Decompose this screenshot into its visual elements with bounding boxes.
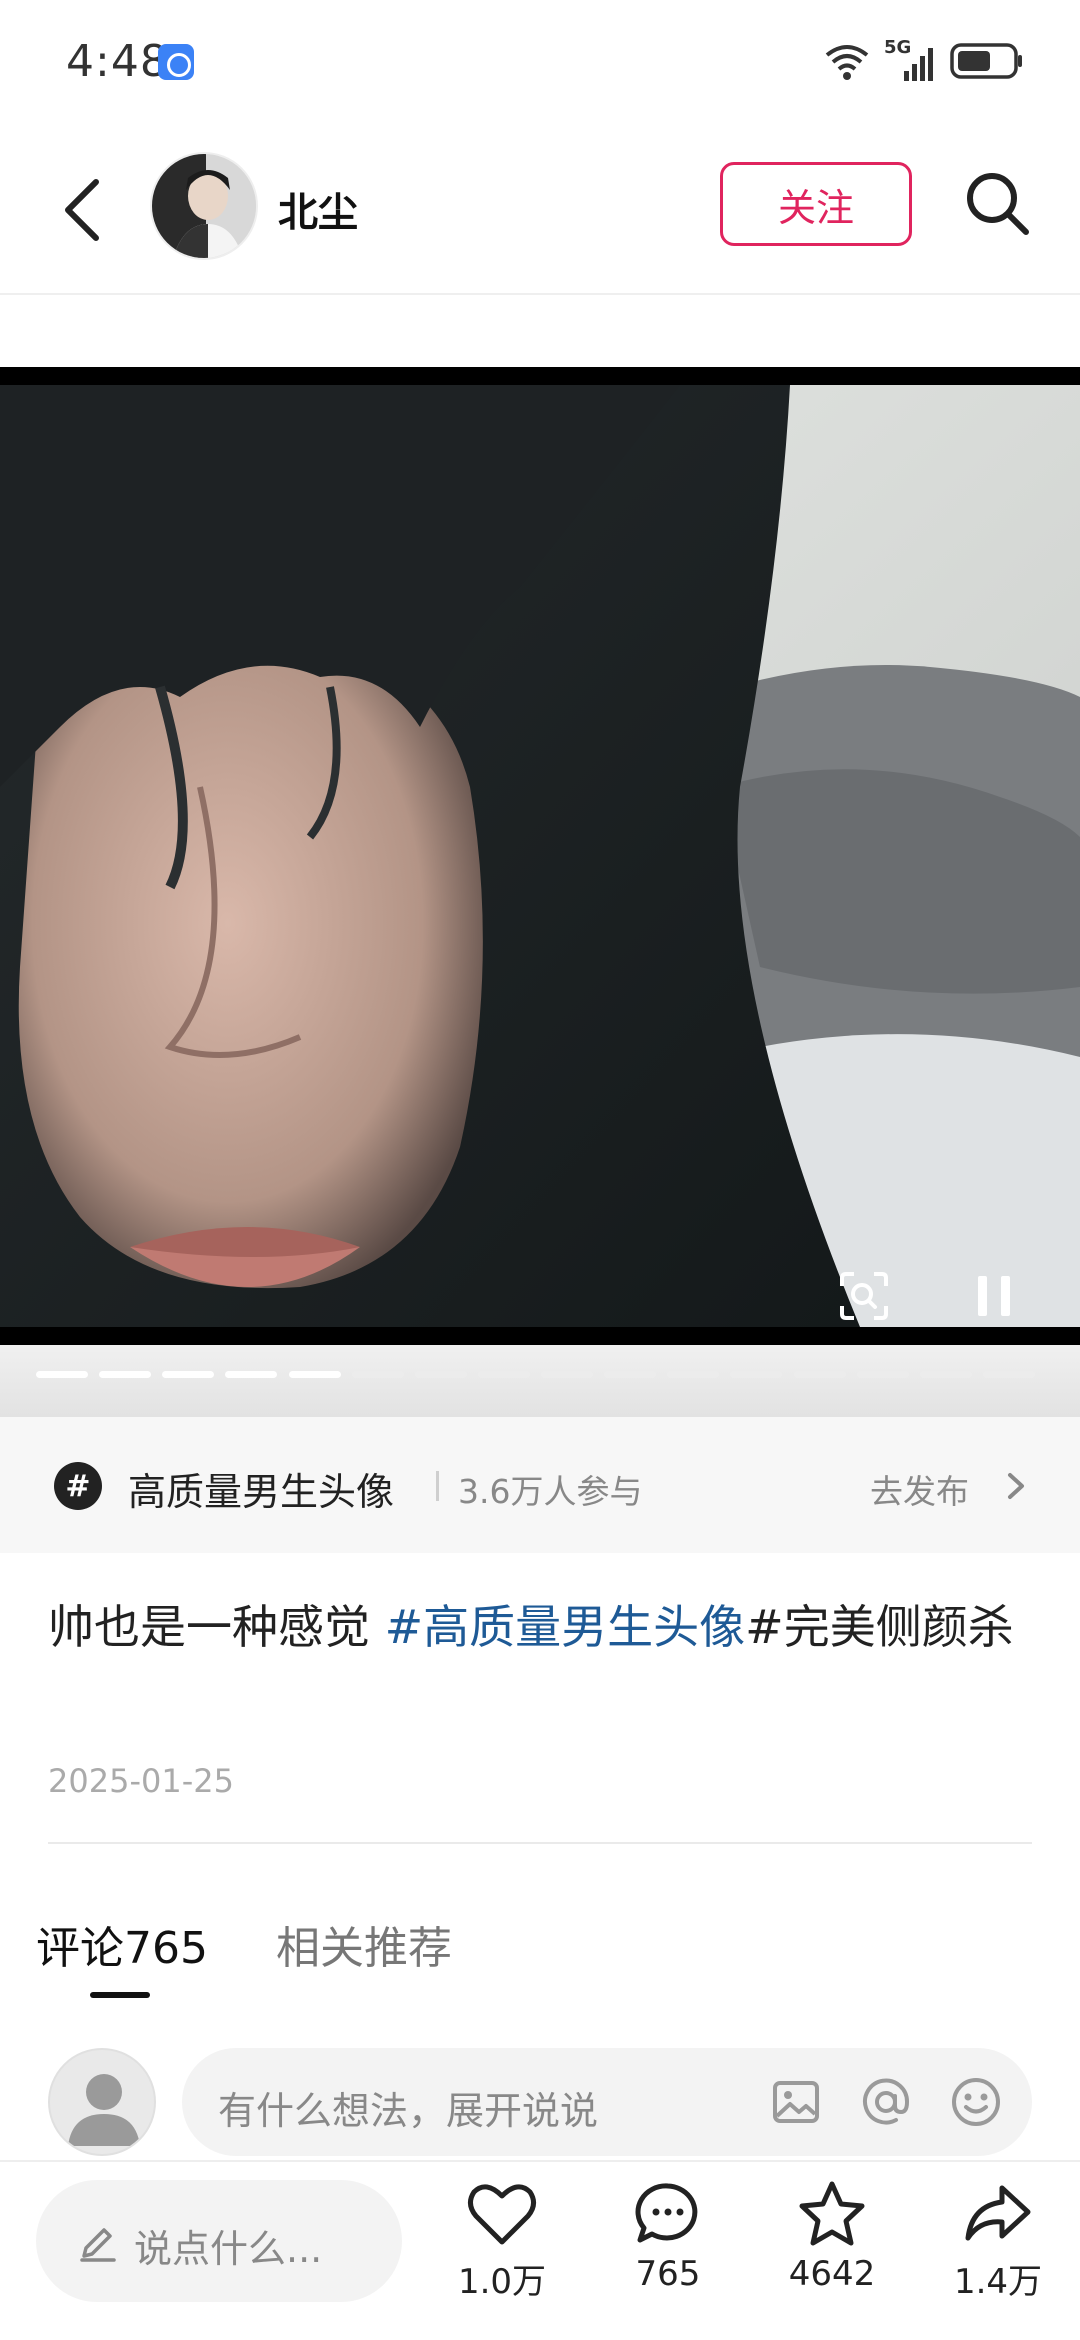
follow-button[interactable]: 关注 <box>720 162 912 246</box>
author-avatar-image <box>152 154 256 258</box>
comment-placeholder: 有什么想法，展开说说 <box>218 2089 599 2133</box>
status-time: 4:48 <box>66 36 169 87</box>
hashtag-link[interactable]: #高质量男生头像 <box>385 1600 746 1654</box>
like-count: 1.0万 <box>457 2262 547 2302</box>
battery-icon <box>950 43 1022 79</box>
mention-icon[interactable] <box>858 2074 914 2130</box>
star-icon <box>799 2181 865 2246</box>
search-icon[interactable] <box>960 166 1036 242</box>
caption-text-suffix: #完美侧颜杀 <box>745 1600 1014 1654</box>
favorite-button[interactable]: 4642 <box>762 2180 902 2330</box>
pencil-icon <box>80 2228 116 2262</box>
divider <box>48 1842 1032 1844</box>
pager-dot <box>730 1371 782 1378</box>
share-icon <box>965 2185 1031 2241</box>
back-button[interactable] <box>50 170 120 250</box>
tab-comments[interactable]: 评论765 <box>36 1912 208 1976</box>
pager-dot <box>667 1371 719 1378</box>
pager-dot <box>289 1371 341 1378</box>
pager-dot <box>794 1371 846 1378</box>
active-tab-indicator <box>90 1992 150 1998</box>
pause-icon[interactable] <box>974 1272 1014 1320</box>
emoji-icon[interactable] <box>948 2074 1004 2130</box>
author-name[interactable]: 北尘 <box>278 180 358 238</box>
pager-dot <box>983 1371 1035 1378</box>
say-placeholder: 说点什么... <box>134 2227 323 2271</box>
pager-dot <box>162 1371 214 1378</box>
author-avatar[interactable] <box>150 152 258 260</box>
comment-button[interactable]: 765 <box>598 2180 738 2330</box>
default-avatar-icon <box>68 2074 140 2146</box>
comment-count: 765 <box>635 2254 701 2294</box>
post-image[interactable] <box>0 367 1080 1345</box>
post-date: 2025-01-25 <box>48 1762 234 1800</box>
chevron-right-icon <box>1008 1473 1024 1499</box>
hashtag-icon: # <box>54 1462 102 1510</box>
post-header: 北尘 关注 <box>0 130 1080 295</box>
heart-icon <box>468 2184 536 2245</box>
pager-dots <box>36 1369 1046 1381</box>
favorite-count: 4642 <box>788 2254 876 2294</box>
pager-dot <box>920 1371 972 1378</box>
topic-bar[interactable]: # 高质量男生头像 3.6万人参与 去发布 <box>0 1417 1080 1553</box>
topic-publish-link[interactable]: 去发布 <box>870 1465 969 1513</box>
pager-dot <box>36 1371 88 1378</box>
status-bar: 4:48 5G <box>0 0 1080 130</box>
topic-name: 高质量男生头像 <box>128 1470 395 1514</box>
topic-participants: 3.6万人参与 <box>458 1472 643 1511</box>
user-avatar <box>48 2048 156 2156</box>
pager-dot <box>857 1371 909 1378</box>
share-count: 1.4万 <box>953 2262 1043 2302</box>
pager-dot <box>415 1371 467 1378</box>
post-photo <box>0 367 1080 1345</box>
pager-dot <box>604 1371 656 1378</box>
comment-bubble-icon <box>635 2183 698 2243</box>
topic-separator <box>436 1471 439 1501</box>
pager-dot <box>352 1371 404 1378</box>
comment-input[interactable]: 有什么想法，展开说说 <box>182 2048 1032 2156</box>
signal-icon <box>904 48 933 81</box>
say-something-input[interactable]: 说点什么... <box>36 2180 402 2302</box>
pager-dot <box>478 1371 530 1378</box>
app-notification-icon <box>158 44 194 80</box>
pager-dot <box>541 1371 593 1378</box>
tab-related[interactable]: 相关推荐 <box>276 1912 452 1976</box>
image-pager <box>0 1345 1080 1417</box>
caption-text: 帅也是一种感觉 <box>48 1600 385 1654</box>
post-caption: 帅也是一种感觉 #高质量男生头像#完美侧颜杀 <box>48 1590 1048 1664</box>
bottom-action-bar: 说点什么... 1.0万 765 4642 1.4万 <box>0 2160 1080 2340</box>
like-button[interactable]: 1.0万 <box>432 2180 572 2330</box>
status-indicators: 5G <box>824 37 1024 84</box>
signal-indicator: 5G <box>884 37 936 81</box>
share-button[interactable]: 1.4万 <box>928 2180 1068 2330</box>
pager-dot <box>99 1371 151 1378</box>
pager-dot <box>225 1371 277 1378</box>
wifi-icon <box>825 45 869 80</box>
image-icon[interactable] <box>768 2074 824 2130</box>
image-search-icon[interactable] <box>838 1270 890 1322</box>
